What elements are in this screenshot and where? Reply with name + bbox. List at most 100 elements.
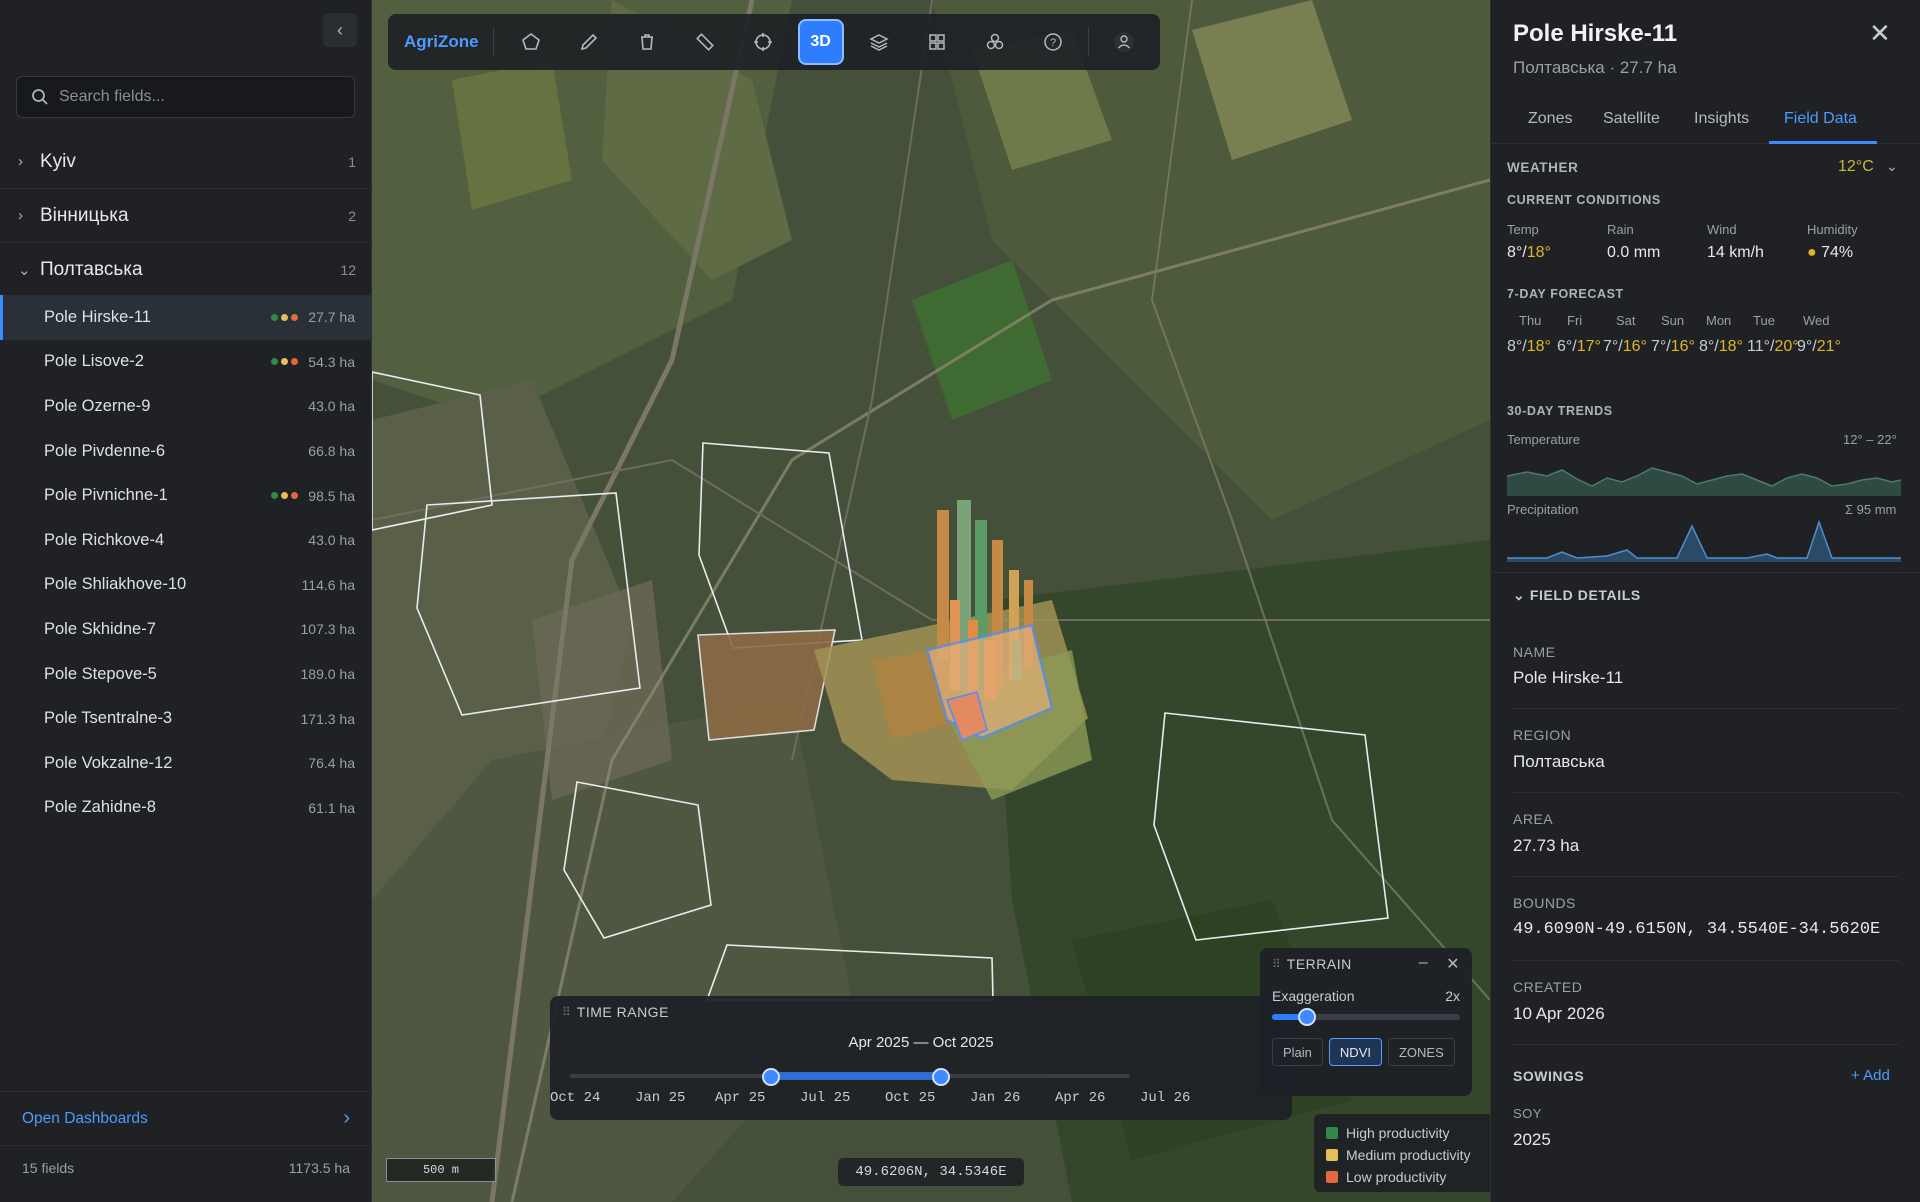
user-icon[interactable] bbox=[1101, 19, 1147, 65]
field-area: 189.0 ha bbox=[300, 666, 356, 683]
tab-zones[interactable]: Zones bbox=[1528, 110, 1572, 128]
group-vinnytska[interactable]: › Вінницька 2 bbox=[0, 189, 372, 243]
productivity-dots-icon bbox=[271, 358, 299, 366]
chevron-right-icon: › bbox=[18, 207, 23, 224]
tab-insights[interactable]: Insights bbox=[1694, 110, 1749, 128]
total-area: 1173.5 ha bbox=[288, 1160, 350, 1176]
panel-tabs: Zones Satellite Insights Field Data bbox=[1491, 98, 1920, 144]
minimize-icon[interactable]: – bbox=[1419, 954, 1428, 974]
field-details-heading[interactable]: ⌄ FIELD DETAILS bbox=[1513, 587, 1641, 604]
forecast-day: Sun bbox=[1661, 313, 1685, 328]
legend-swatch bbox=[1326, 1171, 1338, 1183]
field-details-heading-text: FIELD DETAILS bbox=[1529, 587, 1641, 603]
forecast-low: 8° bbox=[1699, 338, 1715, 355]
tab-satellite[interactable]: Satellite bbox=[1603, 110, 1660, 128]
ruler-icon[interactable] bbox=[682, 19, 728, 65]
close-icon[interactable]: ✕ bbox=[1869, 18, 1891, 49]
name-label: NAME bbox=[1513, 644, 1556, 660]
cluster-icon[interactable] bbox=[972, 19, 1018, 65]
forecast-low: 8° bbox=[1507, 338, 1523, 355]
time-range-end-handle[interactable] bbox=[932, 1068, 950, 1086]
terrain-mode-zones[interactable]: ZONES bbox=[1387, 1038, 1455, 1066]
time-tick-label: Oct 25 bbox=[885, 1090, 936, 1106]
tab-field-data[interactable]: Field Data bbox=[1784, 110, 1857, 128]
exaggeration-slider[interactable] bbox=[1272, 1008, 1460, 1026]
help-icon[interactable]: ? bbox=[1030, 19, 1076, 65]
status-dot bbox=[271, 492, 279, 500]
layers-icon[interactable] bbox=[856, 19, 902, 65]
humidity-label: Humidity bbox=[1807, 222, 1858, 237]
field-list-item[interactable]: Pole Skhidne-7 107.3 ha bbox=[0, 607, 372, 652]
forecast-temp: 9°/21° bbox=[1797, 338, 1841, 355]
forecast-temp: 7°/16° bbox=[1651, 338, 1695, 355]
field-area: 43.0 ha bbox=[308, 532, 355, 549]
status-dot bbox=[281, 492, 289, 500]
region-label: REGION bbox=[1513, 727, 1572, 743]
temperature-trend-label: Temperature bbox=[1507, 432, 1580, 447]
polygon-icon[interactable] bbox=[508, 19, 554, 65]
3d-button[interactable]: 3D bbox=[797, 19, 844, 65]
time-range-selection[interactable] bbox=[770, 1072, 940, 1080]
chevron-down-icon: ⌄ bbox=[1513, 587, 1526, 603]
status-dot bbox=[271, 313, 279, 321]
group-name: Kyiv bbox=[40, 150, 76, 172]
time-range-ticks: Oct 24 Jan 25 Apr 25 Jul 25 Oct 25 Jan 26 Apr … bbox=[550, 1090, 1292, 1110]
group-kyiv[interactable]: › Kyiv 1 bbox=[0, 135, 372, 189]
crosshair-icon[interactable] bbox=[740, 19, 786, 65]
weather-heading[interactable]: WEATHER bbox=[1507, 160, 1578, 175]
field-name: Pole Vokzalne-12 bbox=[44, 753, 173, 772]
forecast-high: 16° bbox=[1670, 338, 1695, 355]
field-area: 107.3 ha bbox=[300, 621, 356, 638]
field-area: 76.4 ha bbox=[308, 755, 355, 772]
open-dashboards-link[interactable]: Open Dashboards › bbox=[0, 1091, 372, 1146]
field-list-item[interactable]: Pole Stepove-5 189.0 ha bbox=[0, 652, 372, 697]
time-range-label: Apr 2025 — Oct 2025 bbox=[848, 1034, 994, 1051]
chevron-down-icon[interactable]: ⌄ bbox=[1886, 158, 1898, 175]
field-list-item[interactable]: Pole Tsentralne-3 171.3 ha bbox=[0, 696, 372, 741]
close-icon[interactable]: ✕ bbox=[1446, 954, 1460, 974]
field-list-item[interactable]: Pole Vokzalne-12 76.4 ha bbox=[0, 741, 372, 786]
map-view[interactable]: AgriZone 3D ? 500 m 49.6206N, 34.5346E ⠿… bbox=[372, 0, 1490, 1202]
search-box[interactable] bbox=[16, 76, 355, 118]
brand-logo[interactable]: AgriZone bbox=[398, 27, 494, 57]
field-list-item[interactable]: Pole Shliakhove-10 114.6 ha bbox=[0, 563, 372, 608]
forecast-day: Wed bbox=[1803, 313, 1830, 328]
field-list-item[interactable]: Pole Richkove-4 43.0 ha bbox=[0, 518, 372, 563]
field-area: 43.0 ha bbox=[308, 398, 355, 415]
field-name: Pole Zahidne-8 bbox=[44, 798, 156, 817]
sidebar-footer: 15 fields 1173.5 ha bbox=[0, 1160, 372, 1182]
field-list-item[interactable]: Pole Zahidne-8 61.1 ha bbox=[0, 786, 372, 831]
add-sowing-button[interactable]: + Add bbox=[1851, 1067, 1890, 1084]
time-range-header: ⠿ TIME RANGE bbox=[550, 996, 1292, 1028]
terrain-mode-ndvi[interactable]: NDVI bbox=[1328, 1038, 1382, 1066]
panel-subtitle: Полтавська · 27.7 ha bbox=[1513, 58, 1677, 77]
collapse-sidebar-button[interactable]: ‹ bbox=[323, 13, 357, 47]
pencil-icon[interactable] bbox=[566, 19, 612, 65]
current-conditions-heading: CURRENT CONDITIONS bbox=[1507, 193, 1661, 207]
grid-icon[interactable] bbox=[914, 19, 960, 65]
temp-low: 8° bbox=[1507, 244, 1523, 261]
chevron-right-icon: › bbox=[343, 1107, 350, 1129]
legend-label: Low productivity bbox=[1346, 1169, 1447, 1185]
legend-label: High productivity bbox=[1346, 1125, 1450, 1141]
field-list-item[interactable]: Pole Lisove-2 54.3 ha bbox=[0, 340, 372, 385]
terrain-header: ⠿ TERRAIN – ✕ bbox=[1260, 948, 1472, 980]
field-list-item[interactable]: Pole Pivnichne-1 98.5 ha bbox=[0, 473, 372, 518]
field-list-item[interactable]: Pole Hirske-11 27.7 ha bbox=[0, 295, 372, 340]
drag-handle-icon[interactable]: ⠿ bbox=[562, 1005, 571, 1019]
terrain-panel: ⠿ TERRAIN – ✕ Exaggeration 2x Plain NDVI Z… bbox=[1260, 948, 1472, 1096]
group-poltavska[interactable]: ⌄ Полтавська 12 bbox=[0, 243, 372, 297]
field-name: Pole Shliakhove-10 bbox=[44, 575, 187, 594]
time-range-start-handle[interactable] bbox=[762, 1068, 780, 1086]
field-list-item[interactable]: Pole Pivdenne-6 66.8 ha bbox=[0, 429, 372, 474]
trash-icon[interactable] bbox=[624, 19, 670, 65]
open-dashboards-label: Open Dashboards bbox=[22, 1109, 148, 1127]
terrain-mode-plain[interactable]: Plain bbox=[1272, 1038, 1323, 1066]
forecast-high: 17° bbox=[1576, 338, 1601, 355]
field-details-panel: Pole Hirske-11 ✕ Полтавська · 27.7 ha Zo… bbox=[1490, 0, 1920, 1202]
field-list-item[interactable]: Pole Ozerne-9 43.0 ha bbox=[0, 384, 372, 429]
svg-text:?: ? bbox=[1050, 37, 1056, 49]
search-input[interactable] bbox=[59, 88, 339, 106]
drag-handle-icon[interactable]: ⠿ bbox=[1272, 957, 1281, 971]
panel-title: Pole Hirske-11 bbox=[1513, 20, 1678, 47]
